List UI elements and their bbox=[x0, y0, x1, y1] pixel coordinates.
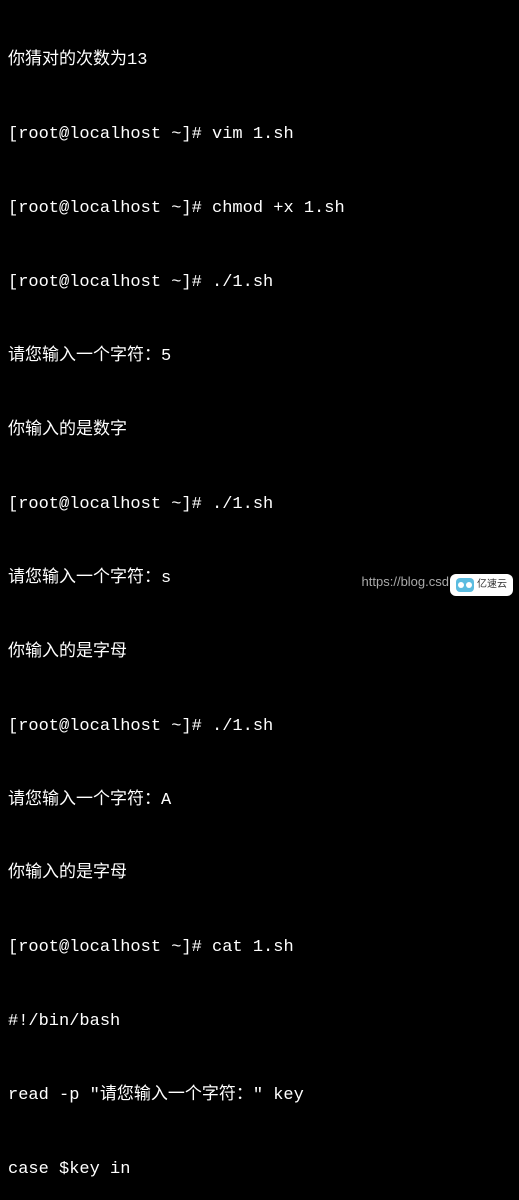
terminal-line: 请您输入一个字符：A bbox=[8, 789, 511, 814]
cloud-icon bbox=[456, 578, 474, 592]
terminal-line: [root@localhost ~]# ./1.sh bbox=[8, 271, 511, 296]
terminal-line: case $key in bbox=[8, 1158, 511, 1183]
terminal-output[interactable]: 你猜对的次数为13 [root@localhost ~]# vim 1.sh [… bbox=[8, 0, 511, 1200]
terminal-line: #!/bin/bash bbox=[8, 1010, 511, 1035]
terminal-line: 你输入的是字母 bbox=[8, 862, 511, 887]
watermark-text: https://blog.csd bbox=[362, 573, 449, 592]
provider-logo: 亿速云 bbox=[450, 574, 513, 597]
logo-label: 亿速云 bbox=[477, 578, 507, 593]
terminal-line: [root@localhost ~]# ./1.sh bbox=[8, 493, 511, 518]
terminal-line: 你输入的是字母 bbox=[8, 641, 511, 666]
terminal-line: [root@localhost ~]# cat 1.sh bbox=[8, 936, 511, 961]
terminal-line: 你猜对的次数为13 bbox=[8, 49, 511, 74]
terminal-line: read -p "请您输入一个字符：" key bbox=[8, 1084, 511, 1109]
terminal-line: [root@localhost ~]# ./1.sh bbox=[8, 715, 511, 740]
terminal-line: [root@localhost ~]# chmod +x 1.sh bbox=[8, 197, 511, 222]
terminal-line: [root@localhost ~]# vim 1.sh bbox=[8, 123, 511, 148]
terminal-line: 请您输入一个字符：5 bbox=[8, 345, 511, 370]
terminal-line: 你输入的是数字 bbox=[8, 419, 511, 444]
